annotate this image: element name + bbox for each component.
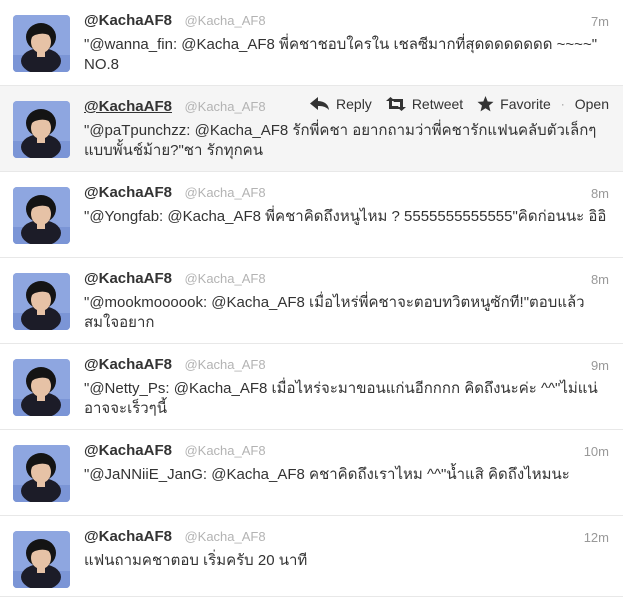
tweet-item[interactable]: @KachaAF8 @Kacha_AF8 12m แฟนถามคชาตอบ เร… [0, 516, 623, 597]
avatar[interactable] [13, 273, 70, 330]
tweet-text: "@Netty_Ps: @Kacha_AF8 เมื่อไหร่จะมาขอนแ… [84, 380, 598, 417]
tweet-actions: Reply Retweet Favorite · Open [296, 94, 609, 114]
tweet-item[interactable]: @KachaAF8 @Kacha_AF8 Reply Retweet Favor… [0, 86, 623, 172]
avatar-image [13, 101, 70, 158]
avatar[interactable] [13, 101, 70, 158]
tweet-timestamp[interactable]: 8m [591, 186, 609, 201]
tweet-fullname[interactable]: @KachaAF8 [84, 12, 172, 29]
avatar[interactable] [13, 445, 70, 502]
tweet-username[interactable]: @Kacha_AF8 [184, 529, 265, 544]
tweet-timestamp[interactable]: 9m [591, 358, 609, 373]
tweet-username[interactable]: @Kacha_AF8 [184, 271, 265, 286]
tweet-text: "@wanna_fin: @Kacha_AF8 พี่คชาชอบใครใน เ… [84, 36, 598, 73]
avatar-image [13, 273, 70, 330]
tweet-timestamp[interactable]: 8m [591, 272, 609, 287]
retweet-button[interactable]: Retweet [385, 96, 464, 112]
tweet-header: @KachaAF8 @Kacha_AF8 [84, 98, 266, 118]
timeline: @KachaAF8 @Kacha_AF8 7m "@wanna_fin: @Ka… [0, 0, 623, 597]
tweet-header: @KachaAF8 @Kacha_AF8 [84, 442, 266, 462]
tweet-fullname[interactable]: @KachaAF8 [84, 98, 172, 115]
tweet-item[interactable]: @KachaAF8 @Kacha_AF8 10m "@JaNNiiE_JanG:… [0, 430, 623, 516]
tweet-username[interactable]: @Kacha_AF8 [184, 13, 265, 28]
reply-button[interactable]: Reply [310, 96, 372, 112]
tweet-timestamp[interactable]: 7m [591, 14, 609, 29]
tweet-header: @KachaAF8 @Kacha_AF8 [84, 270, 266, 290]
favorite-button[interactable]: Favorite [477, 96, 551, 112]
tweet-text: "@JaNNiiE_JanG: @Kacha_AF8 คชาคิดถึงเราไ… [84, 466, 570, 483]
tweet-fullname[interactable]: @KachaAF8 [84, 184, 172, 201]
tweet-item[interactable]: @KachaAF8 @Kacha_AF8 9m "@Netty_Ps: @Kac… [0, 344, 623, 430]
star-icon [477, 96, 494, 112]
tweet-text: "@mookmoooook: @Kacha_AF8 เมื่อไหร่พี่คช… [84, 294, 585, 331]
separator-dot: · [560, 97, 565, 111]
reply-icon [310, 97, 330, 110]
avatar-image [13, 15, 70, 72]
favorite-label: Favorite [500, 96, 551, 112]
open-label: Open [574, 96, 609, 112]
tweet-timestamp[interactable]: 12m [584, 530, 609, 545]
tweet-fullname[interactable]: @KachaAF8 [84, 442, 172, 459]
avatar-image [13, 531, 70, 588]
avatar-image [13, 359, 70, 416]
open-button[interactable]: Open [575, 96, 609, 112]
tweet-timestamp[interactable]: 10m [584, 444, 609, 459]
tweet-username[interactable]: @Kacha_AF8 [184, 357, 265, 372]
tweet-item[interactable]: @KachaAF8 @Kacha_AF8 8m "@Yongfab: @Kach… [0, 172, 623, 258]
avatar[interactable] [13, 15, 70, 72]
avatar-image [13, 445, 70, 502]
retweet-icon [385, 97, 406, 111]
tweet-header: @KachaAF8 @Kacha_AF8 [84, 184, 266, 204]
avatar[interactable] [13, 531, 70, 588]
tweet-fullname[interactable]: @KachaAF8 [84, 270, 172, 287]
tweet-text: "@Yongfab: @Kacha_AF8 พี่คชาคิดถึงหนูไหม… [84, 208, 607, 225]
tweet-text: แฟนถามคชาตอบ เริ่มครับ 20 นาที [84, 552, 308, 569]
reply-label: Reply [336, 96, 372, 112]
tweet-text: "@paTpunchzz: @Kacha_AF8 รักพี่คชา อยากถ… [84, 122, 597, 159]
tweet-header: @KachaAF8 @Kacha_AF8 [84, 528, 266, 548]
tweet-username[interactable]: @Kacha_AF8 [184, 443, 265, 458]
tweet-header: @KachaAF8 @Kacha_AF8 [84, 12, 266, 32]
tweet-header: @KachaAF8 @Kacha_AF8 [84, 356, 266, 376]
tweet-item[interactable]: @KachaAF8 @Kacha_AF8 8m "@mookmoooook: @… [0, 258, 623, 344]
avatar[interactable] [13, 359, 70, 416]
tweet-fullname[interactable]: @KachaAF8 [84, 528, 172, 545]
tweet-username[interactable]: @Kacha_AF8 [184, 185, 265, 200]
tweet-fullname[interactable]: @KachaAF8 [84, 356, 172, 373]
retweet-label: Retweet [411, 96, 464, 112]
tweet-item[interactable]: @KachaAF8 @Kacha_AF8 7m "@wanna_fin: @Ka… [0, 0, 623, 86]
avatar-image [13, 187, 70, 244]
tweet-username[interactable]: @Kacha_AF8 [184, 99, 265, 114]
avatar[interactable] [13, 187, 70, 244]
